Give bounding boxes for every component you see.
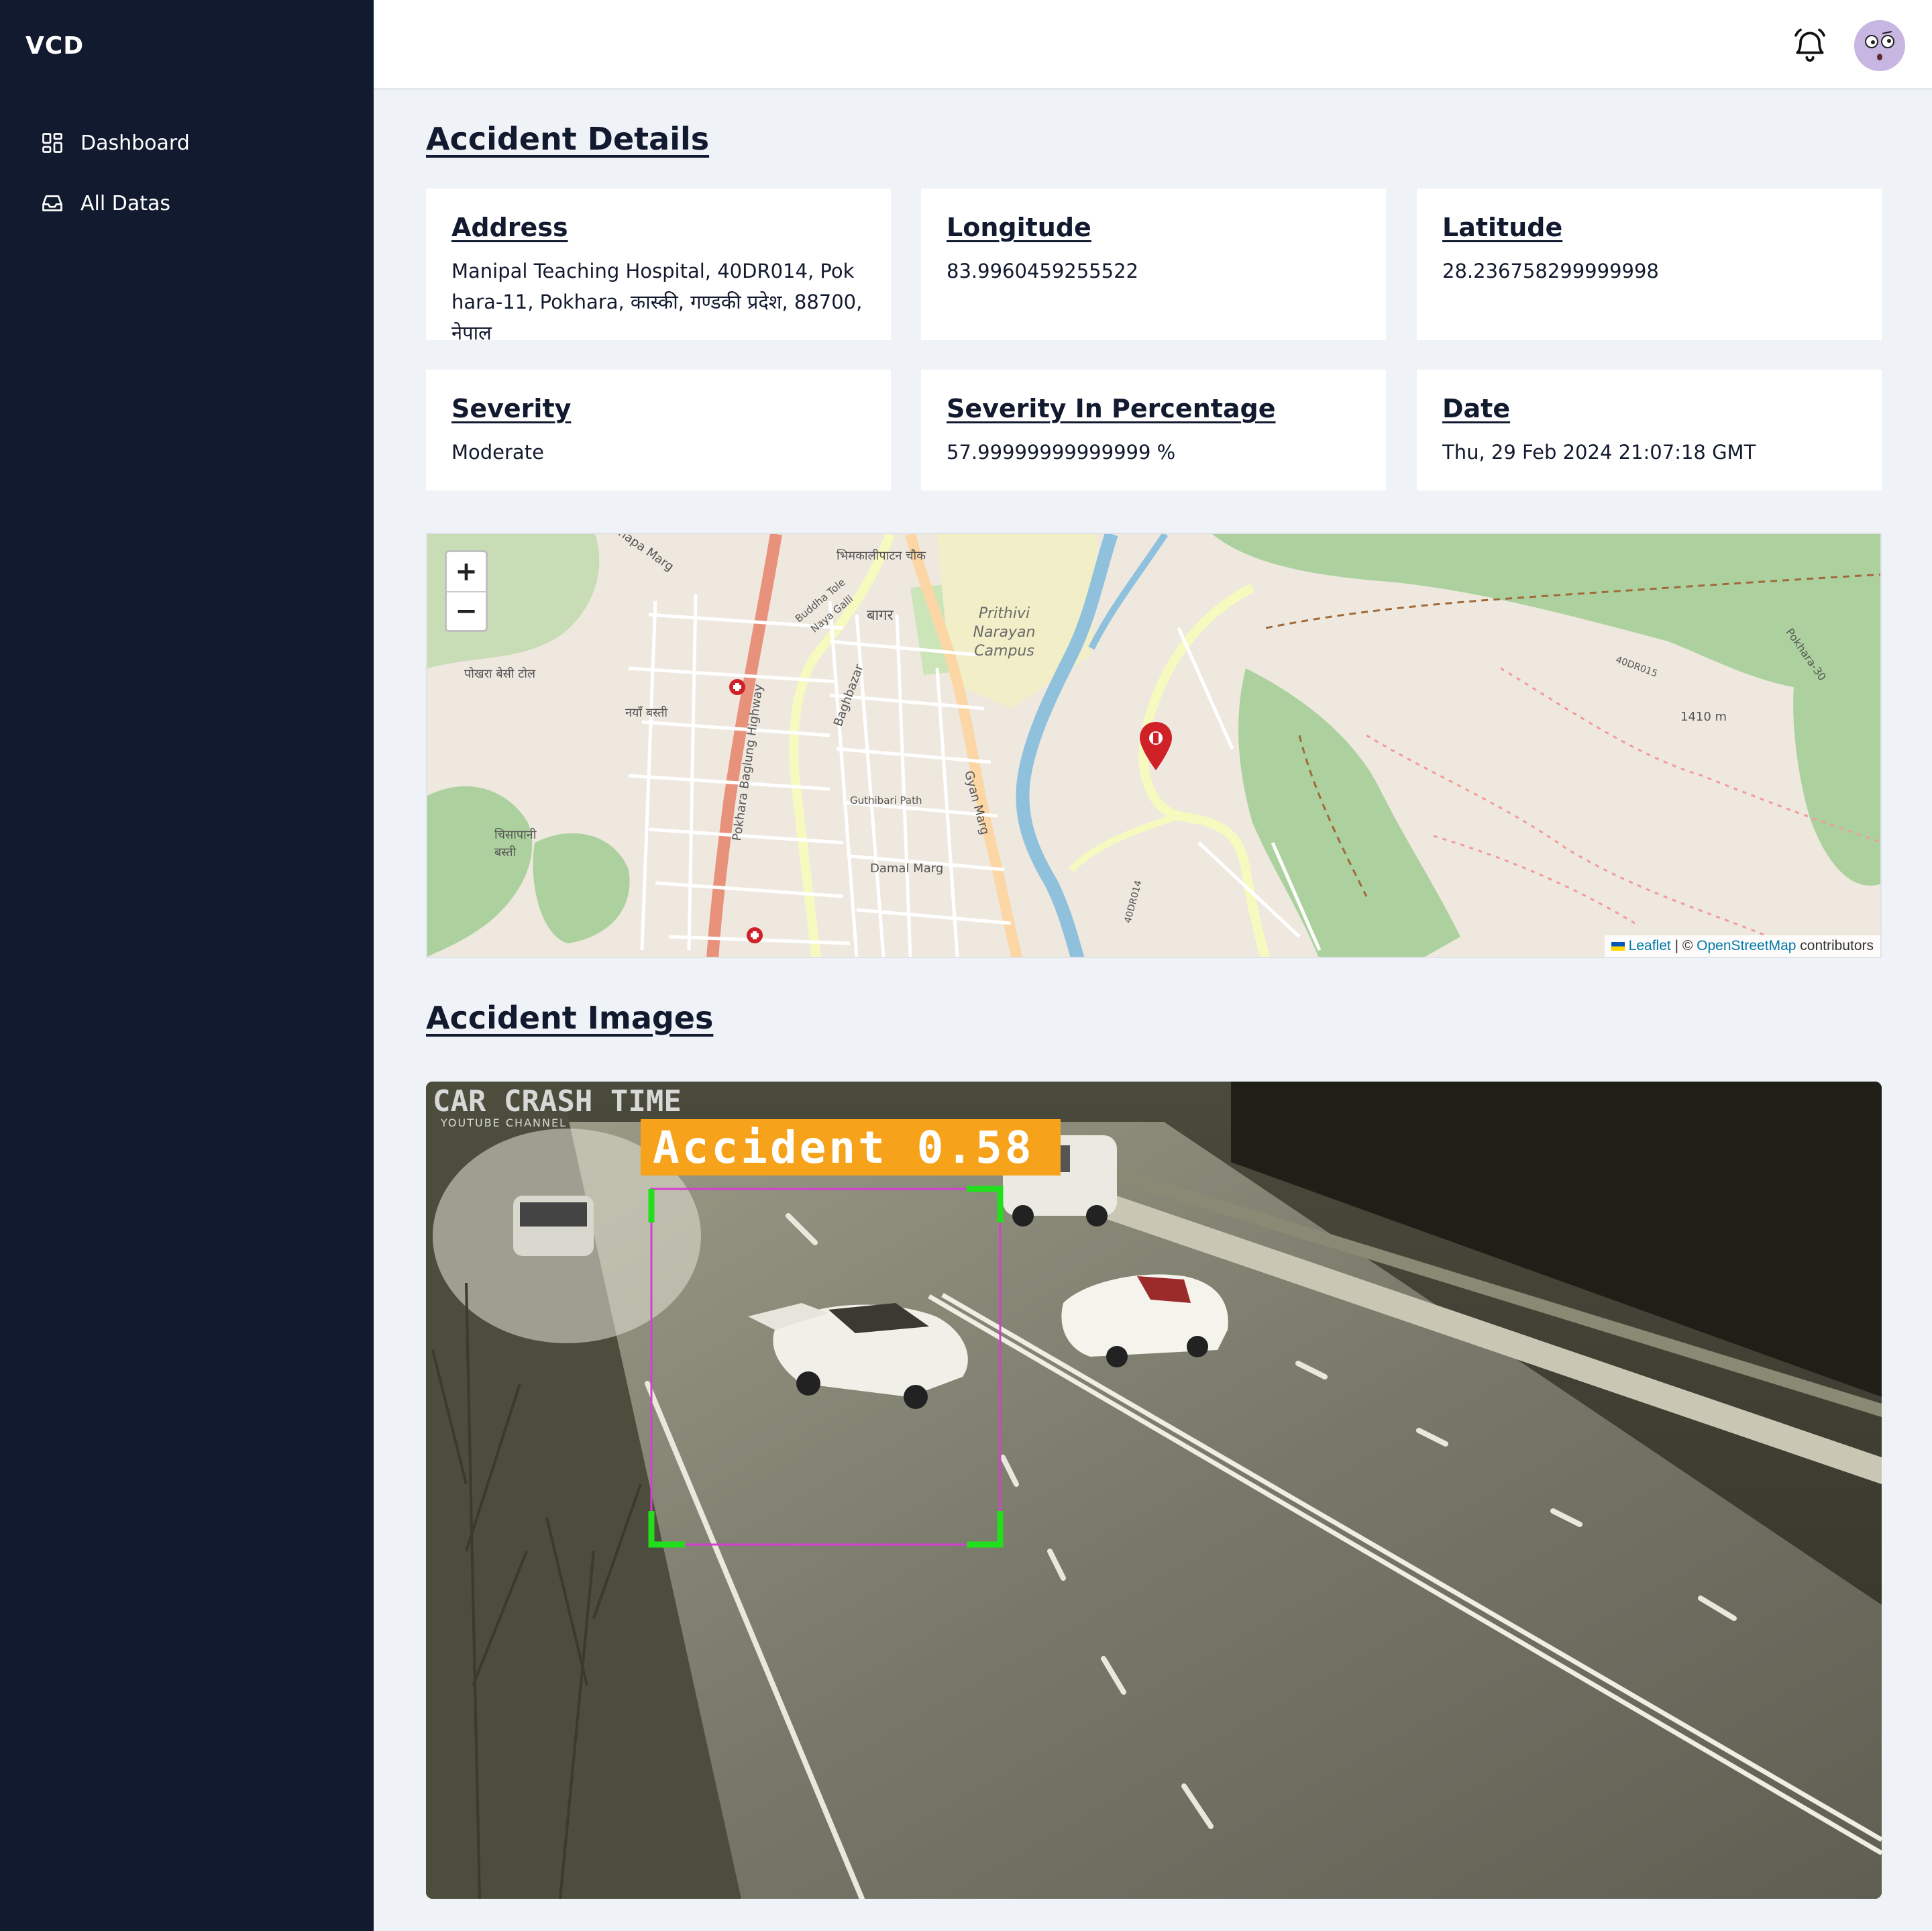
accident-image: CAR CRASH TIME YOUTUBE CHANNEL Accident … <box>426 1082 1882 1899</box>
map-label: बागर <box>867 607 894 624</box>
longitude-card: Longitude 83.9960459255522 <box>921 189 1386 340</box>
latitude-card: Latitude 28.236758299999998 <box>1417 189 1882 340</box>
address-value: Manipal Teaching Hospital, 40DR014, Pokh… <box>451 260 863 344</box>
map-label: नयाँ बस्ती <box>625 706 668 720</box>
map-label: भिमकालीपाटन चौक <box>837 549 926 563</box>
bell-icon[interactable] <box>1791 27 1829 64</box>
severity-label: Severity <box>451 394 572 423</box>
date-value: Thu, 29 Feb 2024 21:07:18 GMT <box>1442 441 1756 464</box>
severity-value: Moderate <box>451 441 544 464</box>
map-label: चिसापानी बस्ती <box>494 828 537 859</box>
watermark-title: CAR CRASH TIME <box>433 1084 682 1118</box>
map-label: Baghbazar <box>830 662 867 729</box>
top-bar <box>374 0 1932 90</box>
zoom-out-button[interactable]: − <box>447 591 486 630</box>
accident-scene <box>426 1082 1882 1899</box>
map-label: Pokhara Baglung Highway <box>730 683 766 842</box>
map-label: Prithivi Narayan Campus <box>973 605 1036 660</box>
date-card: Date Thu, 29 Feb 2024 21:07:18 GMT <box>1417 370 1882 490</box>
attribution-separator: | © <box>1670 938 1697 953</box>
inbox-icon <box>40 191 64 215</box>
address-label: Address <box>451 213 568 242</box>
page-title: Accident Details <box>426 121 710 157</box>
zoom-in-button[interactable]: + <box>447 552 486 591</box>
sidebar-item-label: All Datas <box>80 191 170 215</box>
location-pin-icon[interactable] <box>1138 722 1173 770</box>
severity-percentage-card: Severity In Percentage 57.99999999999999… <box>921 370 1386 490</box>
map-label: 1410 m <box>1680 710 1727 724</box>
sidebar-item-all-datas[interactable]: All Datas <box>40 187 170 220</box>
location-map[interactable]: Thapa Marg भिमकालीपाटन चौक Buddha Tole N… <box>426 533 1882 958</box>
map-attribution: Leaflet | © OpenStreetMap contributors <box>1604 935 1880 957</box>
avatar[interactable] <box>1854 20 1905 71</box>
leaflet-link[interactable]: Leaflet <box>1629 938 1671 953</box>
severity-percentage-label: Severity In Percentage <box>947 394 1276 423</box>
brand-logo[interactable]: VCD <box>25 32 84 60</box>
map-label: Thapa Marg <box>609 533 677 574</box>
sidebar-item-label: Dashboard <box>80 131 190 155</box>
sidebar-item-dashboard[interactable]: Dashboard <box>40 126 190 160</box>
zoom-control: + − <box>445 550 488 632</box>
map-label: 40DR015 <box>1614 654 1659 680</box>
longitude-value: 83.9960459255522 <box>947 260 1138 282</box>
osm-link[interactable]: OpenStreetMap <box>1697 938 1796 953</box>
attribution-contributors: contributors <box>1796 938 1874 953</box>
sidebar: VCD Dashboard All Datas <box>0 0 374 1931</box>
watermark-subtitle: YOUTUBE CHANNEL <box>441 1116 567 1129</box>
severity-card: Severity Moderate <box>426 370 891 490</box>
detection-label: Accident 0.58 <box>641 1119 1061 1176</box>
longitude-label: Longitude <box>947 213 1091 242</box>
grid-icon <box>40 131 64 155</box>
severity-percentage-value: 57.99999999999999 % <box>947 441 1176 464</box>
date-label: Date <box>1442 394 1511 423</box>
map-label: Pokhara-30 <box>1783 625 1829 684</box>
map-label: 40DR014 <box>1122 879 1144 925</box>
address-card: Address Manipal Teaching Hospital, 40DR0… <box>426 189 891 344</box>
accident-images-title: Accident Images <box>426 1000 714 1036</box>
latitude-value: 28.236758299999998 <box>1442 260 1659 282</box>
map-label: Guthibari Path <box>850 794 922 806</box>
latitude-label: Latitude <box>1442 213 1563 242</box>
map-label: Damal Marg <box>870 862 944 876</box>
map-label: Gyan Marg <box>961 769 992 837</box>
ukraine-flag-icon <box>1611 941 1625 951</box>
map-label: पोखरा बेसी टोल <box>464 667 536 681</box>
